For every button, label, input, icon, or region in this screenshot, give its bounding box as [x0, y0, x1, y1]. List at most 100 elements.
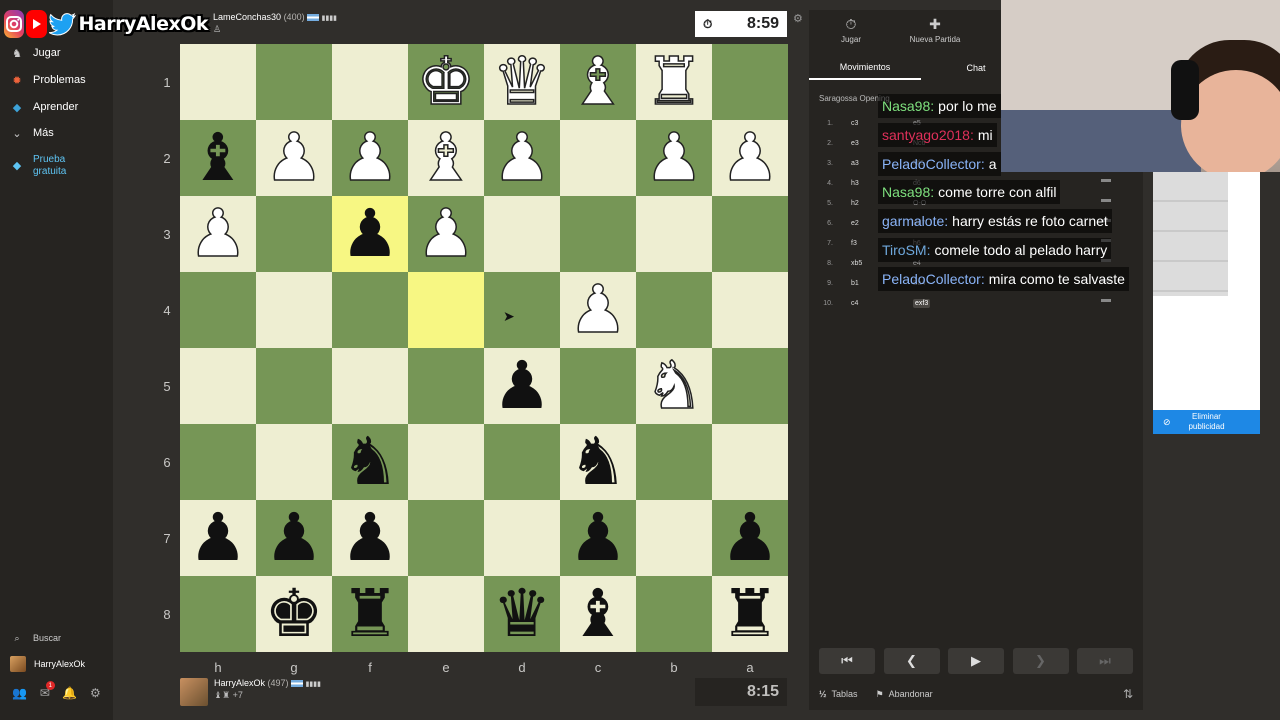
- square-f1[interactable]: [332, 44, 408, 120]
- square-a3[interactable]: [712, 196, 788, 272]
- draw-button[interactable]: ½ Tablas: [819, 689, 858, 699]
- square-b4[interactable]: [636, 272, 712, 348]
- square-c2[interactable]: [560, 120, 636, 196]
- square-a5[interactable]: [712, 348, 788, 424]
- square-b7[interactable]: [636, 500, 712, 576]
- square-c7[interactable]: ♟: [560, 500, 636, 576]
- square-d8[interactable]: ♛: [484, 576, 560, 652]
- square-e3[interactable]: ♟: [408, 196, 484, 272]
- white-knight-icon[interactable]: ♞: [644, 352, 705, 420]
- square-f2[interactable]: ♟: [332, 120, 408, 196]
- sidebar-user[interactable]: HarryAlexOk: [0, 656, 113, 672]
- flip-board-icon[interactable]: ⇅: [1123, 687, 1133, 701]
- white-bishop-icon[interactable]: ♝: [416, 124, 477, 192]
- sidebar-search[interactable]: ⌕ Buscar: [0, 631, 113, 645]
- black-pawn-icon[interactable]: ♟: [188, 505, 247, 571]
- square-h1[interactable]: [180, 44, 256, 120]
- next-move-button[interactable]: ❯: [1012, 648, 1069, 674]
- square-h3[interactable]: ♟: [180, 196, 256, 272]
- square-d4[interactable]: [484, 272, 560, 348]
- white-pawn-icon[interactable]: ♟: [264, 124, 325, 192]
- black-king-icon[interactable]: ♚: [264, 581, 323, 647]
- black-pawn-icon[interactable]: ♟: [568, 505, 627, 571]
- black-rook-icon[interactable]: ♜: [720, 581, 779, 647]
- gear-icon[interactable]: ⚙: [90, 686, 101, 700]
- square-b1[interactable]: ♜: [636, 44, 712, 120]
- square-g8[interactable]: ♚: [256, 576, 332, 652]
- square-a7[interactable]: ♟: [712, 500, 788, 576]
- previous-move-button[interactable]: ❮: [883, 648, 940, 674]
- square-c3[interactable]: [560, 196, 636, 272]
- square-f6[interactable]: ♞: [332, 424, 408, 500]
- square-h4[interactable]: [180, 272, 256, 348]
- square-g7[interactable]: ♟: [256, 500, 332, 576]
- tab-moves[interactable]: Movimientos: [809, 56, 921, 80]
- white-queen-icon[interactable]: ♛: [492, 48, 553, 116]
- messages-icon[interactable]: ✉ 1: [40, 681, 55, 700]
- sidebar-item-play[interactable]: ♞ Jugar: [0, 44, 113, 62]
- square-a6[interactable]: [712, 424, 788, 500]
- square-h7[interactable]: ♟: [180, 500, 256, 576]
- resign-button[interactable]: ⚑ Abandonar: [876, 689, 933, 700]
- white-pawn-icon[interactable]: ♟: [644, 124, 705, 192]
- white-pawn-icon[interactable]: ♟: [340, 124, 401, 192]
- black-pawn-icon[interactable]: ♟: [340, 505, 399, 571]
- square-b3[interactable]: [636, 196, 712, 272]
- black-pawn-icon[interactable]: ♟: [264, 505, 323, 571]
- square-f4[interactable]: [332, 272, 408, 348]
- square-f8[interactable]: ♜: [332, 576, 408, 652]
- ad-banner[interactable]: [1153, 172, 1260, 434]
- square-d5[interactable]: ♟: [484, 348, 560, 424]
- square-g4[interactable]: [256, 272, 332, 348]
- square-g6[interactable]: [256, 424, 332, 500]
- square-d3[interactable]: [484, 196, 560, 272]
- square-b6[interactable]: [636, 424, 712, 500]
- square-a2[interactable]: ♟: [712, 120, 788, 196]
- chess-board[interactable]: ♚ ♛ ♝ ♜ ♝ ♟ ♟ ♝ ♟ ♟ ♟ ♟ ♟ ♟ ♟ ♟ ♞ ♞ ♞ ♟ ♟ ♟ ♟ ♟ ♚ ♜ ♛ ♝ ♜: [180, 44, 788, 652]
- board-settings-icon[interactable]: ⚙: [793, 12, 803, 25]
- square-e5[interactable]: [408, 348, 484, 424]
- white-rook-icon[interactable]: ♜: [644, 48, 705, 116]
- square-e7[interactable]: [408, 500, 484, 576]
- white-pawn-icon[interactable]: ♟: [568, 276, 629, 344]
- sidebar-item-puzzles[interactable]: ✹ Problemas: [0, 71, 113, 89]
- square-g3[interactable]: [256, 196, 332, 272]
- square-a8[interactable]: ♜: [712, 576, 788, 652]
- black-move[interactable]: exf3: [913, 298, 931, 308]
- black-pawn-icon[interactable]: ♟: [340, 201, 399, 267]
- square-c1[interactable]: ♝: [560, 44, 636, 120]
- black-rook-icon[interactable]: ♜: [340, 581, 399, 647]
- square-f7[interactable]: ♟: [332, 500, 408, 576]
- sidebar-item-learn[interactable]: ◆ Aprender: [0, 98, 113, 116]
- remove-ads-button[interactable]: ⊘ Eliminar publicidad: [1153, 410, 1260, 434]
- square-c6[interactable]: ♞: [560, 424, 636, 500]
- square-e4[interactable]: [408, 272, 484, 348]
- square-d7[interactable]: [484, 500, 560, 576]
- square-f5[interactable]: [332, 348, 408, 424]
- square-e8[interactable]: [408, 576, 484, 652]
- black-pawn-icon[interactable]: ♟: [492, 353, 551, 419]
- square-h5[interactable]: [180, 348, 256, 424]
- black-knight-icon[interactable]: ♞: [568, 429, 627, 495]
- sidebar-item-free-trial[interactable]: ◆ Prueba gratuita: [0, 153, 113, 179]
- next-play-button[interactable]: ▶: [948, 648, 1004, 674]
- square-e1[interactable]: ♚: [408, 44, 484, 120]
- tab-play[interactable]: ⏱ Jugar: [809, 10, 893, 50]
- white-pawn-icon[interactable]: ♟: [492, 124, 553, 192]
- black-bishop-icon[interactable]: ♝: [568, 581, 627, 647]
- square-h2[interactable]: ♝: [180, 120, 256, 196]
- white-king-icon[interactable]: ♚: [416, 48, 477, 116]
- square-f3[interactable]: ♟: [332, 196, 408, 272]
- square-c5[interactable]: [560, 348, 636, 424]
- square-d6[interactable]: [484, 424, 560, 500]
- square-b8[interactable]: [636, 576, 712, 652]
- square-c4[interactable]: ♟: [560, 272, 636, 348]
- square-b2[interactable]: ♟: [636, 120, 712, 196]
- square-d1[interactable]: ♛: [484, 44, 560, 120]
- sidebar-item-more[interactable]: ⌄ Más: [0, 124, 113, 142]
- square-h8[interactable]: [180, 576, 256, 652]
- black-bishop-icon[interactable]: ♝: [188, 125, 247, 191]
- opponent-name[interactable]: LameConchas30: [213, 12, 281, 22]
- bell-icon[interactable]: 🔔: [62, 686, 77, 700]
- square-g1[interactable]: [256, 44, 332, 120]
